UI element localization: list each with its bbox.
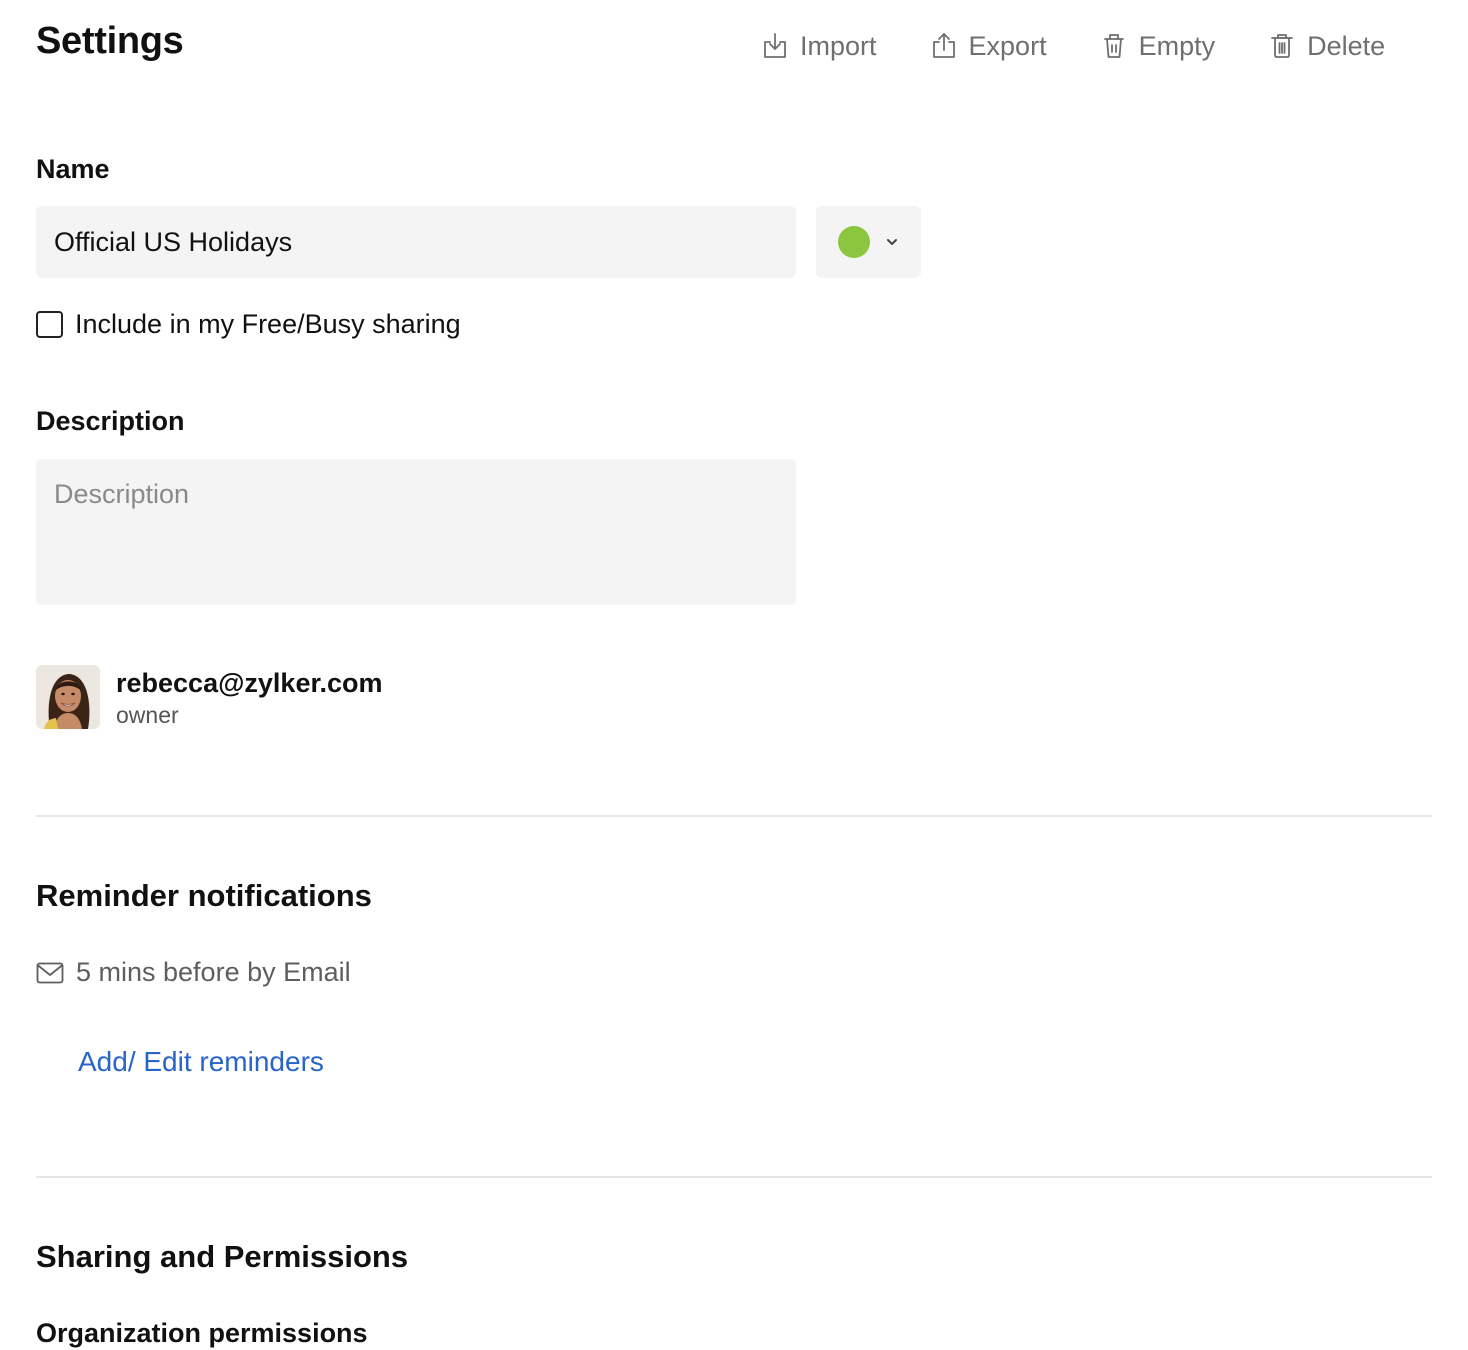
free-busy-option[interactable]: Include in my Free/Busy sharing: [36, 309, 461, 340]
org-permissions-title: Organization permissions: [36, 1318, 368, 1348]
free-busy-label: Include in my Free/Busy sharing: [75, 309, 461, 339]
delete-button[interactable]: Delete: [1267, 26, 1385, 66]
section-divider: [36, 1176, 1432, 1178]
empty-label: Empty: [1138, 30, 1216, 61]
reminder-item: 5 mins before by Email: [36, 957, 351, 988]
owner-role: owner: [116, 702, 179, 728]
import-icon: [764, 33, 786, 58]
import-label: Import: [800, 30, 877, 61]
section-divider: [36, 815, 1432, 817]
import-button[interactable]: Import: [760, 26, 877, 66]
reminder-section-title: Reminder notifications: [36, 878, 372, 913]
delete-icon: [1271, 34, 1294, 58]
avatar: [36, 665, 100, 729]
export-icon: [932, 33, 955, 58]
email-icon: [36, 962, 64, 983]
description-label: Description: [36, 406, 185, 436]
sharing-section-title: Sharing and Permissions: [36, 1239, 409, 1274]
export-label: Export: [968, 30, 1047, 61]
reminder-text: 5 mins before by Email: [76, 957, 351, 987]
page-title: Settings: [36, 20, 184, 62]
toolbar: Import Export Empty Delete: [760, 26, 1385, 66]
empty-trash-icon: [1103, 34, 1124, 58]
owner-info: rebecca@zylker.com owner: [36, 665, 383, 729]
free-busy-checkbox[interactable]: [36, 311, 63, 338]
edit-reminders-link[interactable]: Add/ Edit reminders: [78, 1046, 324, 1078]
name-input[interactable]: [36, 206, 796, 278]
owner-text: rebecca@zylker.com owner: [116, 665, 383, 729]
color-picker[interactable]: [816, 206, 921, 278]
name-label: Name: [36, 154, 110, 184]
description-input[interactable]: [36, 459, 796, 605]
empty-button[interactable]: Empty: [1099, 26, 1216, 66]
export-button[interactable]: Export: [929, 26, 1047, 66]
color-swatch: [838, 226, 870, 258]
owner-email: rebecca@zylker.com: [116, 668, 383, 698]
delete-label: Delete: [1307, 30, 1386, 61]
chevron-down-icon: [887, 239, 897, 245]
